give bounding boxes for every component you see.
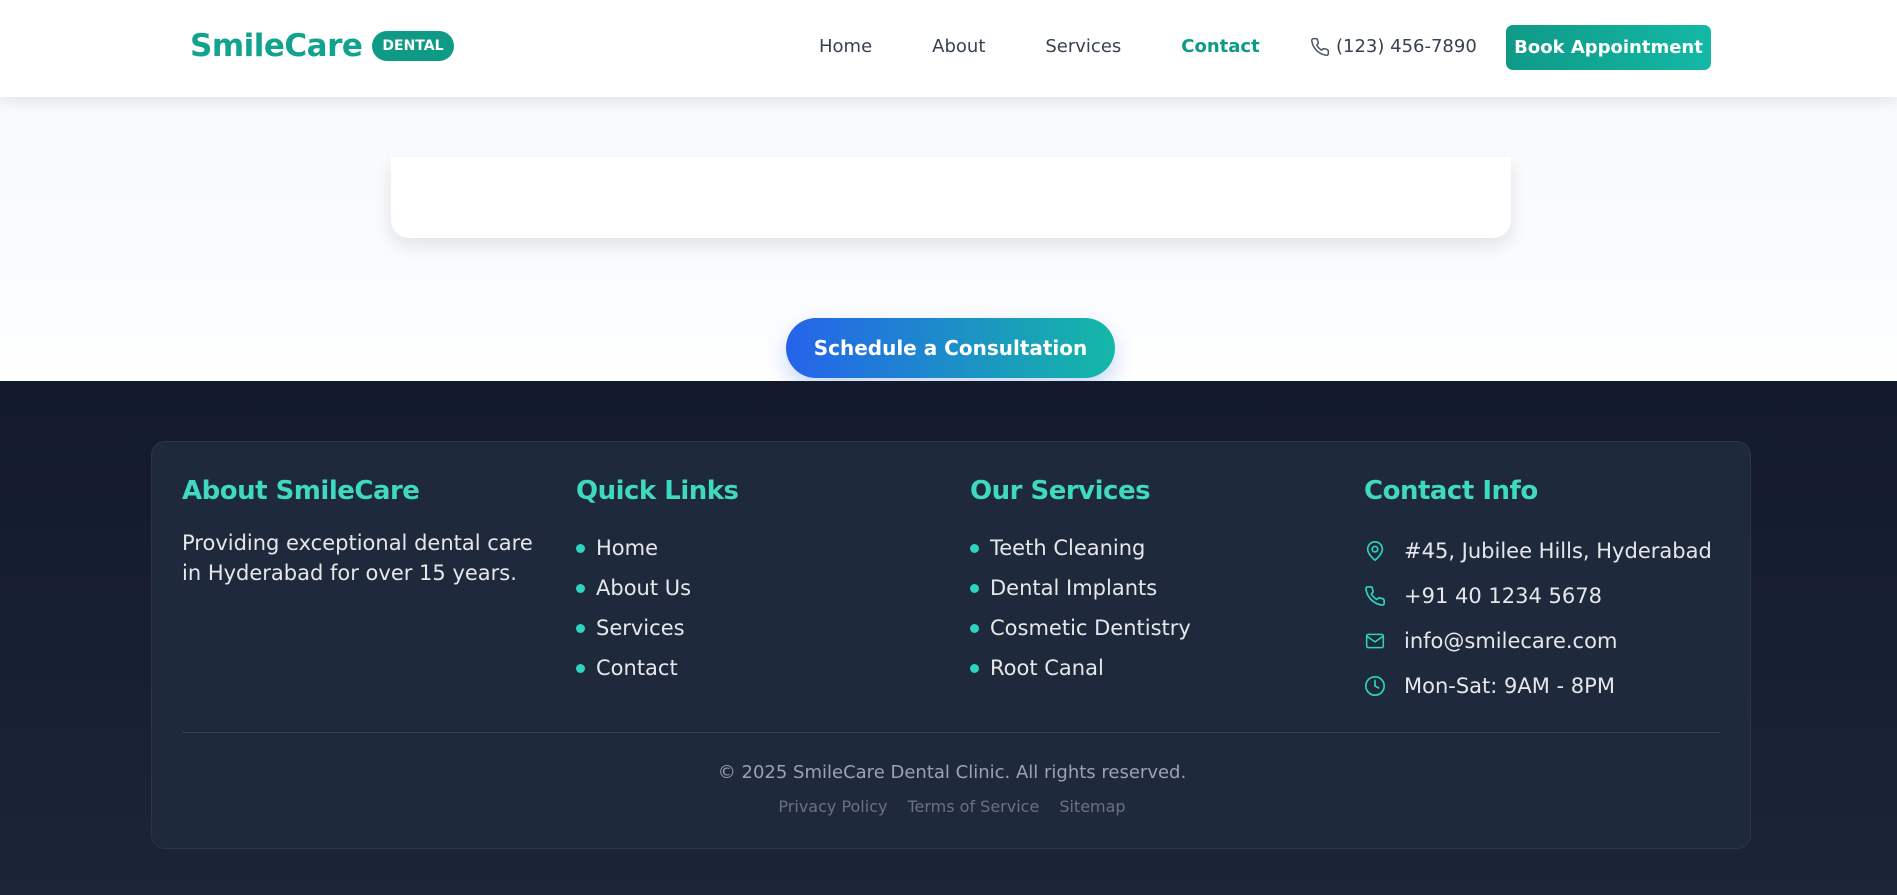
phone-icon [1311, 37, 1330, 56]
footer-contact: Contact Info #45, Jubilee Hills, Hyderab… [1364, 476, 1712, 708]
footer-service-item[interactable]: Teeth Cleaning [970, 528, 1191, 568]
footer-about-title: About SmileCare [182, 476, 420, 506]
logo[interactable]: SmileCare DENTAL [190, 28, 454, 64]
sitemap-link[interactable]: Sitemap [1059, 797, 1125, 816]
bullet-icon [970, 543, 979, 553]
bullet-icon [576, 623, 585, 633]
footer-hours-text: Mon-Sat: 9AM - 8PM [1404, 673, 1615, 698]
footer-email[interactable]: info@smilecare.com [1364, 618, 1712, 663]
logo-badge: DENTAL [372, 31, 454, 61]
bullet-icon [970, 623, 979, 633]
clock-icon [1364, 675, 1392, 697]
main-nav: Home About Services Contact [819, 36, 1320, 57]
map-pin-icon [1364, 539, 1392, 563]
footer-link-contact[interactable]: Contact [576, 648, 739, 688]
footer-quick-links-title: Quick Links [576, 476, 739, 506]
schedule-consultation-button[interactable]: Schedule a Consultation [786, 318, 1115, 378]
nav-contact[interactable]: Contact [1181, 36, 1259, 57]
footer-address: #45, Jubilee Hills, Hyderabad [1364, 528, 1712, 573]
footer-link-label: Contact [596, 656, 678, 680]
header-phone[interactable]: (123) 456-7890 [1310, 36, 1477, 57]
footer-address-text: #45, Jubilee Hills, Hyderabad [1404, 538, 1712, 563]
footer-link-services[interactable]: Services [576, 608, 739, 648]
footer-service-label: Cosmetic Dentistry [990, 616, 1191, 640]
bullet-icon [576, 663, 585, 673]
site-header: SmileCare DENTAL Home About Services Con… [0, 0, 1897, 97]
footer-email-text: info@smilecare.com [1404, 628, 1618, 653]
footer-service-item[interactable]: Dental Implants [970, 568, 1191, 608]
footer-phone-text: +91 40 1234 5678 [1404, 583, 1602, 608]
footer-link-label: Services [596, 616, 685, 640]
logo-text: SmileCare [190, 28, 363, 64]
footer-link-home[interactable]: Home [576, 528, 739, 568]
mail-icon [1364, 631, 1392, 651]
book-appointment-button[interactable]: Book Appointment [1506, 25, 1711, 70]
nav-home[interactable]: Home [819, 36, 872, 57]
footer-link-label: About Us [596, 576, 692, 600]
footer-service-label: Dental Implants [990, 576, 1158, 600]
footer-service-label: Root Canal [990, 656, 1104, 680]
bullet-icon [970, 663, 979, 673]
footer-service-item[interactable]: Root Canal [970, 648, 1191, 688]
footer-hours: Mon-Sat: 9AM - 8PM [1364, 663, 1712, 708]
header-phone-text: (123) 456-7890 [1336, 36, 1477, 57]
bullet-icon [970, 583, 979, 593]
footer-link-label: Home [596, 536, 659, 560]
legal-links: Privacy Policy Terms of Service Sitemap [152, 797, 1752, 816]
footer-service-item[interactable]: Cosmetic Dentistry [970, 608, 1191, 648]
bullet-icon [576, 583, 585, 593]
nav-about[interactable]: About [932, 36, 985, 57]
footer-services-title: Our Services [970, 476, 1151, 506]
footer-quick-links: Quick Links Home About Us Services Conta… [576, 476, 739, 688]
footer-link-about[interactable]: About Us [576, 568, 739, 608]
terms-of-service-link[interactable]: Terms of Service [907, 797, 1039, 816]
footer-services: Our Services Teeth Cleaning Dental Impla… [970, 476, 1191, 688]
contact-section: Schedule a Consultation [0, 97, 1897, 380]
contact-card [391, 157, 1511, 238]
bullet-icon [576, 543, 585, 553]
site-footer: About SmileCare Providing exceptional de… [0, 381, 1897, 895]
phone-icon [1364, 585, 1392, 607]
footer-service-label: Teeth Cleaning [990, 536, 1146, 560]
footer-divider [182, 732, 1720, 733]
nav-services[interactable]: Services [1045, 36, 1121, 57]
footer-about: About SmileCare Providing exceptional de… [182, 476, 542, 588]
footer-phone[interactable]: +91 40 1234 5678 [1364, 573, 1712, 618]
privacy-policy-link[interactable]: Privacy Policy [778, 797, 887, 816]
copyright: © 2025 SmileCare Dental Clinic. All righ… [717, 762, 1187, 783]
footer-contact-title: Contact Info [1364, 476, 1538, 506]
footer-panel: About SmileCare Providing exceptional de… [151, 441, 1751, 849]
footer-about-text: Providing exceptional dental care in Hyd… [182, 531, 533, 585]
